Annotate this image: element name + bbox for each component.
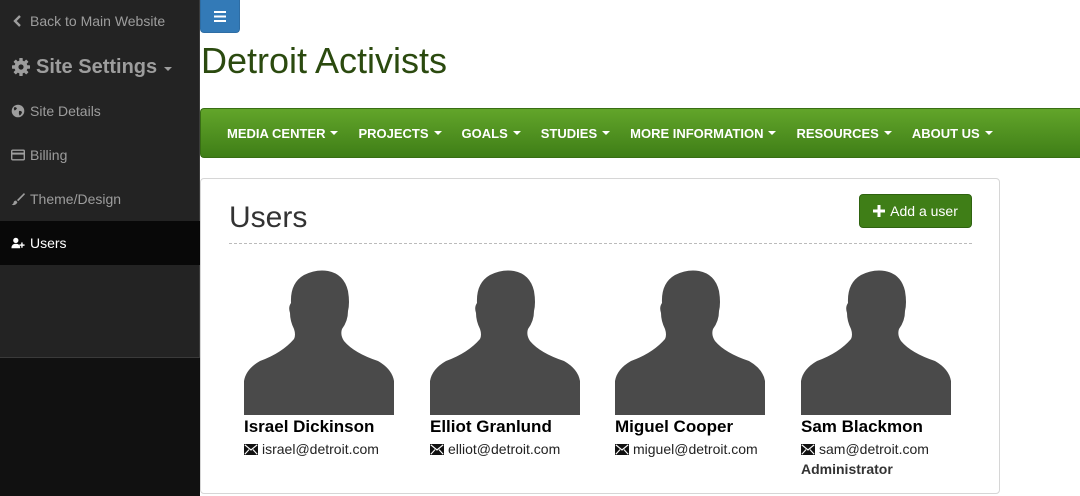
user-role-badge: Administrator bbox=[801, 461, 893, 477]
sidebar-item-label: Billing bbox=[30, 147, 68, 163]
caret-down-icon bbox=[330, 131, 339, 135]
plus-icon bbox=[873, 205, 886, 217]
caret-down-icon bbox=[512, 131, 521, 135]
sidebar-item-billing[interactable]: Billing bbox=[0, 133, 200, 177]
credit-card-icon bbox=[11, 149, 25, 161]
sidebar-panel: Back to Main Website Site Settings Site … bbox=[0, 0, 200, 358]
user-name: Miguel Cooper bbox=[615, 417, 734, 436]
caret-down-icon bbox=[164, 66, 173, 71]
add-user-button[interactable]: Add a user bbox=[859, 194, 972, 228]
envelope-icon bbox=[244, 443, 258, 455]
sidebar: Back to Main Website Site Settings Site … bbox=[0, 0, 200, 496]
back-link-label: Back to Main Website bbox=[30, 13, 166, 29]
user-email-text: israel@detroit.com bbox=[262, 441, 379, 457]
brush-icon bbox=[11, 193, 25, 206]
user-name: Sam Blackmon bbox=[801, 417, 923, 436]
sidebar-item-users[interactable]: Users bbox=[0, 221, 200, 265]
user-email[interactable]: israel@detroit.com bbox=[244, 440, 404, 458]
nav-label: RESOURCES bbox=[796, 125, 879, 141]
user-card: Israel Dickinson israel@detroit.com bbox=[244, 269, 404, 458]
user-card: Sam Blackmon sam@detroit.com Administrat… bbox=[801, 269, 961, 477]
user-email[interactable]: elliot@detroit.com bbox=[430, 440, 590, 458]
avatar[interactable] bbox=[615, 269, 765, 415]
avatar[interactable] bbox=[244, 269, 394, 415]
add-user-label: Add a user bbox=[890, 203, 958, 219]
main-navbar: MEDIA CENTER PROJECTS GOALS STUDIES MORE… bbox=[200, 108, 1080, 158]
nav-label: MEDIA CENTER bbox=[227, 125, 326, 141]
site-title[interactable]: Detroit Activists bbox=[201, 40, 447, 82]
nav-about-us[interactable]: ABOUT US bbox=[902, 126, 1003, 141]
user-card: Elliot Granlund elliot@detroit.com bbox=[430, 269, 590, 458]
users-panel: Users Add a user Israel Dickinson israel… bbox=[200, 178, 1000, 494]
sidebar-item-label: Theme/Design bbox=[30, 191, 122, 207]
nav-media-center[interactable]: MEDIA CENTER bbox=[217, 126, 348, 141]
nav-projects[interactable]: PROJECTS bbox=[348, 126, 451, 141]
avatar[interactable] bbox=[430, 269, 580, 415]
hamburger-menu-icon bbox=[214, 10, 226, 22]
add-user-icon bbox=[11, 237, 25, 249]
nav-goals[interactable]: GOALS bbox=[452, 126, 531, 141]
caret-down-icon bbox=[984, 131, 993, 135]
caret-down-icon bbox=[768, 131, 777, 135]
sidebar-item-label: Site Details bbox=[30, 103, 101, 119]
user-name: Israel Dickinson bbox=[244, 417, 375, 436]
site-settings-title: Site Settings bbox=[36, 55, 158, 78]
sidebar-toggle-button[interactable] bbox=[200, 0, 240, 33]
caret-down-icon bbox=[602, 131, 611, 135]
envelope-icon bbox=[615, 443, 629, 455]
envelope-icon bbox=[430, 443, 444, 455]
globe-icon bbox=[11, 104, 25, 118]
user-card: Miguel Cooper miguel@detroit.com bbox=[615, 269, 775, 458]
caret-down-icon bbox=[883, 131, 892, 135]
caret-down-icon bbox=[433, 131, 442, 135]
user-email[interactable]: sam@detroit.com bbox=[801, 440, 961, 458]
title-divider bbox=[229, 243, 972, 244]
chevron-left-icon bbox=[13, 15, 21, 27]
nav-label: PROJECTS bbox=[358, 125, 429, 141]
nav-label: MORE INFORMATION bbox=[630, 125, 764, 141]
nav-label: ABOUT US bbox=[911, 125, 980, 141]
user-email-text: miguel@detroit.com bbox=[633, 441, 758, 457]
page-title: Users bbox=[229, 201, 308, 234]
user-email[interactable]: miguel@detroit.com bbox=[615, 440, 775, 458]
nav-label: STUDIES bbox=[540, 125, 598, 141]
user-email-text: elliot@detroit.com bbox=[448, 441, 561, 457]
user-name: Elliot Granlund bbox=[430, 417, 552, 436]
site-settings-dropdown[interactable]: Site Settings bbox=[11, 54, 173, 80]
back-to-main-link[interactable]: Back to Main Website bbox=[12, 12, 165, 30]
nav-studies[interactable]: STUDIES bbox=[531, 126, 620, 141]
gear-icon bbox=[12, 58, 30, 76]
nav-resources[interactable]: RESOURCES bbox=[786, 126, 901, 141]
avatar[interactable] bbox=[801, 269, 951, 415]
sidebar-item-site-details[interactable]: Site Details bbox=[0, 89, 200, 133]
sidebar-item-label: Users bbox=[30, 235, 67, 251]
nav-more-information[interactable]: MORE INFORMATION bbox=[620, 126, 786, 141]
nav-label: GOALS bbox=[461, 125, 508, 141]
sidebar-item-theme-design[interactable]: Theme/Design bbox=[0, 177, 200, 221]
user-email-text: sam@detroit.com bbox=[819, 441, 929, 457]
envelope-icon bbox=[801, 443, 815, 455]
